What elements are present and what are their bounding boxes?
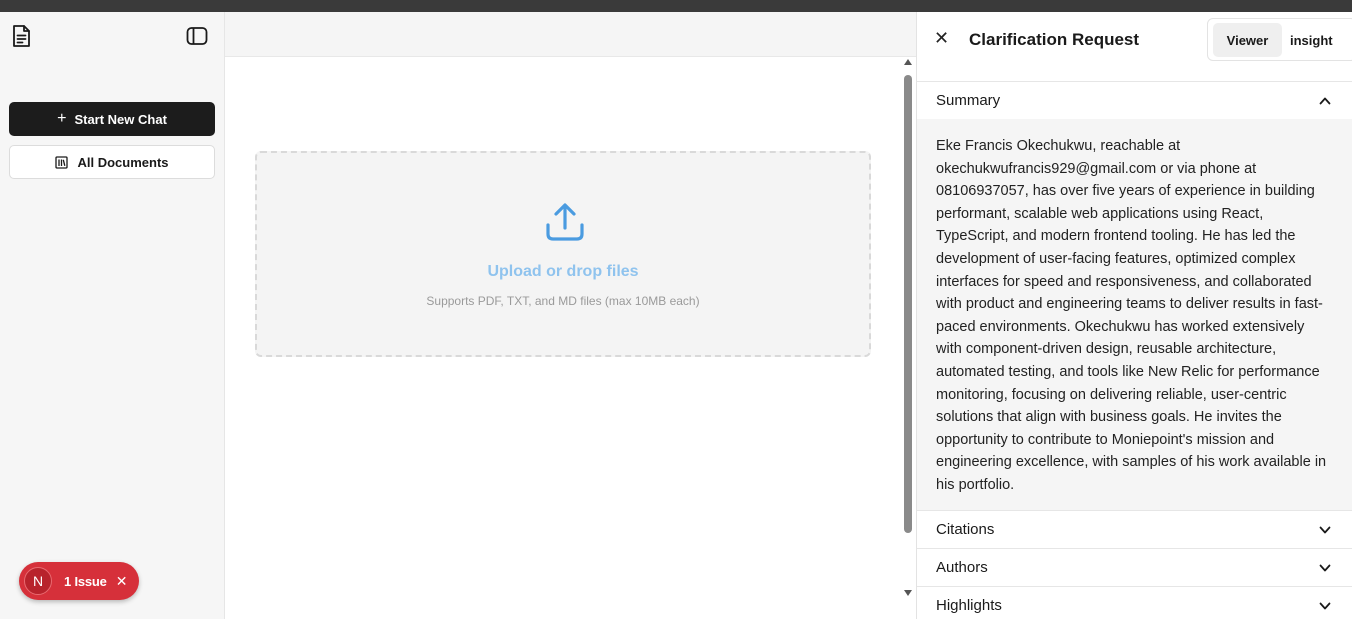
section-authors-label: Authors xyxy=(936,559,988,576)
section-citations-header[interactable]: Citations xyxy=(917,510,1352,548)
all-documents-button[interactable]: All Documents xyxy=(9,145,215,179)
summary-text: Eke Francis Okechukwu, reachable at okec… xyxy=(917,119,1352,510)
section-summary-label: Summary xyxy=(936,92,1001,109)
upload-dropzone[interactable]: Upload or drop files Supports PDF, TXT, … xyxy=(255,151,871,357)
scroll-up-arrow-icon[interactable] xyxy=(904,59,912,65)
chevron-down-icon xyxy=(1319,564,1331,572)
start-new-chat-label: Start New Chat xyxy=(74,111,167,127)
section-citations-label: Citations xyxy=(936,521,995,538)
library-icon xyxy=(55,155,69,169)
chevron-down-icon xyxy=(1319,526,1331,534)
scroll-down-arrow-icon[interactable] xyxy=(904,590,912,596)
section-highlights-header[interactable]: Highlights xyxy=(917,586,1352,619)
panel-title: Clarification Request xyxy=(969,30,1140,49)
chevron-up-icon xyxy=(1319,97,1331,105)
close-icon[interactable]: ✕ xyxy=(116,573,128,590)
close-icon[interactable]: ✕ xyxy=(934,29,949,47)
panel-toggle-icon[interactable] xyxy=(186,26,208,46)
tab-viewer[interactable]: Viewer xyxy=(1213,23,1282,57)
window-top-bar xyxy=(0,0,1352,12)
plus-icon: + xyxy=(57,110,67,127)
section-summary-header[interactable]: Summary xyxy=(917,81,1352,119)
section-highlights-label: Highlights xyxy=(936,597,1002,614)
issue-badge[interactable]: N 1 Issue ✕ xyxy=(19,562,139,600)
start-new-chat-button[interactable]: + Start New Chat xyxy=(9,102,215,136)
issue-avatar: N xyxy=(24,567,52,595)
document-icon[interactable] xyxy=(10,24,32,48)
issue-count-label: 1 Issue xyxy=(64,573,107,589)
upload-title: Upload or drop files xyxy=(487,263,639,280)
main-header xyxy=(225,12,916,57)
chevron-down-icon xyxy=(1319,602,1331,610)
panel-tabs: Viewer insight xyxy=(1207,18,1352,61)
main-content: Upload or drop files Supports PDF, TXT, … xyxy=(225,12,916,619)
scrollbar-thumb[interactable] xyxy=(904,75,912,533)
tab-insight[interactable]: insight xyxy=(1290,23,1350,57)
main-scrollbar[interactable] xyxy=(902,57,914,602)
section-authors-header[interactable]: Authors xyxy=(917,548,1352,586)
document-panel: ✕ Clarification Request Viewer insight S… xyxy=(916,12,1352,619)
upload-icon xyxy=(546,203,584,241)
upload-subtitle: Supports PDF, TXT, and MD files (max 10M… xyxy=(426,294,700,308)
sidebar: + Start New Chat All Documents N 1 Issue… xyxy=(0,12,225,619)
all-documents-label: All Documents xyxy=(77,154,169,170)
